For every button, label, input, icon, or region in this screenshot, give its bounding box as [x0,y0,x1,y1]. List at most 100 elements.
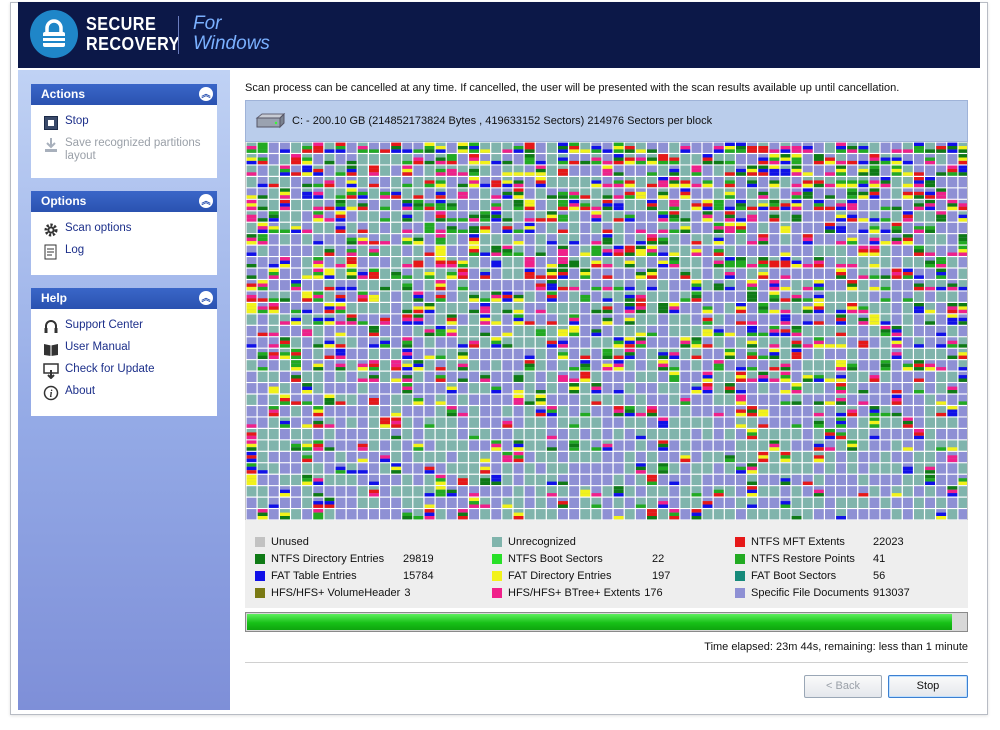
scan-block-segment [591,245,602,250]
actions-panel-header[interactable]: Actions ︽ [31,84,217,105]
scan-block-segment [802,264,813,268]
sidebar-item-about[interactable]: i About [43,385,209,401]
scan-block-segment [268,303,279,307]
scan-block-segment [813,183,824,188]
scan-block-segment [369,398,379,402]
sidebar-item-check-update[interactable]: Check for Update [43,363,209,379]
scan-block [580,257,591,268]
scan-block-segment [769,264,780,268]
scan-block [380,291,390,302]
sidebar-item-label: Scan options [65,222,132,234]
scan-block-segment [891,275,902,279]
scan-block [302,280,313,291]
scan-block [936,245,947,256]
scan-block-segment [780,451,791,456]
scan-block [880,257,891,268]
stop-button[interactable]: Stop [888,675,968,698]
scan-block [669,451,680,463]
scan-block-segment [847,203,858,207]
collapse-icon[interactable]: ︽ [199,87,213,101]
scan-block [357,474,368,486]
back-button[interactable]: < Back [804,675,882,698]
scan-block-segment [524,275,535,279]
scan-block-segment [513,206,524,211]
scan-block [613,234,624,245]
scan-block-segment [691,280,702,284]
scan-block-segment [446,386,457,390]
scan-block [524,474,535,486]
scan-block [658,280,669,291]
scan-block [335,474,346,486]
scan-block-segment [635,229,646,233]
scan-block-segment [346,314,357,318]
scan-block-segment [791,172,802,176]
scan-block-segment [880,332,891,337]
legend-count: 913037 [873,587,910,599]
scan-block-segment [869,321,880,325]
sidebar-item-stop[interactable]: Stop [43,115,209,131]
scan-block-segment [836,168,846,173]
scan-block [268,371,279,382]
scan-block [569,394,580,405]
scan-block [914,348,924,360]
sidebar-item-save-layout[interactable]: Save recognized partitions layout [43,137,209,163]
scan-block-segment [569,203,580,207]
scan-block-segment [669,172,680,176]
scan-block [925,291,935,302]
scan-block-segment [580,252,591,256]
scan-block-segment [369,241,379,245]
scan-block [535,188,546,199]
scan-block-segment [324,504,335,508]
sidebar-item-log[interactable]: Log [43,244,209,260]
logo-wordmark: SECURE RECOVERY [86,14,180,54]
scan-block-segment [469,504,479,508]
sidebar-item-scan-options[interactable]: Scan options [43,222,209,238]
scan-block-segment [702,180,713,184]
scan-block-segment [446,409,457,413]
scan-block [558,303,568,314]
collapse-icon[interactable]: ︽ [199,194,213,208]
scan-block [825,509,835,520]
scan-block-segment [836,321,846,325]
scan-block-segment [747,218,757,222]
scan-block [858,348,869,360]
sidebar-item-user-manual[interactable]: User Manual [43,341,209,357]
scan-block [446,451,457,463]
scan-block [246,360,257,371]
scan-block [825,142,835,153]
scan-block-segment [947,447,958,451]
scan-block-segment [391,272,402,276]
scan-block-segment [758,241,769,245]
help-panel-header[interactable]: Help ︽ [31,288,217,309]
scan-block [936,417,947,428]
scan-block [313,325,324,337]
scan-block-segment [524,272,535,276]
scan-block-segment [480,466,491,471]
scan-block-segment [402,214,413,219]
scan-block-segment [446,489,457,494]
scan-block-segment [491,321,502,325]
scan-block-segment [891,226,902,230]
sidebar-item-support-center[interactable]: Support Center [43,319,209,335]
collapse-icon[interactable]: ︽ [199,291,213,305]
scan-block [535,371,546,382]
scan-block [280,406,290,417]
scan-block [691,474,702,486]
scan-block [502,486,513,497]
scan-block-segment [780,478,791,482]
scan-block [257,451,268,463]
scan-block [291,188,301,199]
scan-block-segment [769,378,780,382]
scan-block-segment [246,466,257,471]
scan-block-segment [580,275,591,279]
drive-info-bar: C: - 200.10 GB (214852173824 Bytes , 419… [245,100,968,142]
scan-block [435,451,446,463]
scan-block-segment [402,309,413,314]
scan-block [813,474,824,486]
scan-block [335,497,346,508]
scan-block [925,234,935,245]
scan-block [380,348,390,360]
options-panel-header[interactable]: Options ︽ [31,191,217,212]
scan-block-segment [791,344,802,348]
scan-block-segment [813,160,824,165]
